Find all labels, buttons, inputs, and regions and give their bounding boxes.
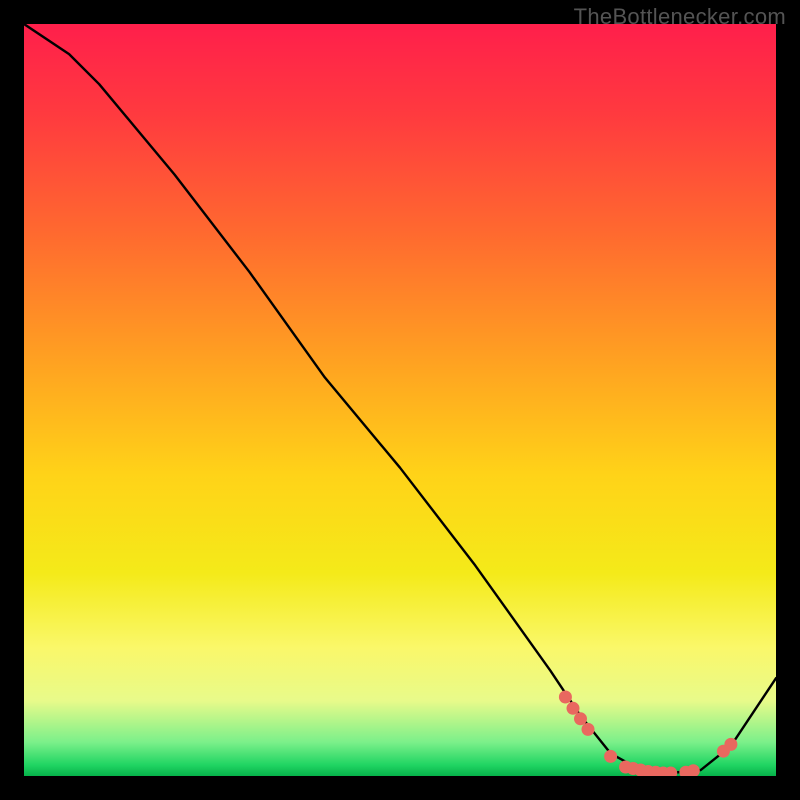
marker-dot xyxy=(724,738,737,751)
marker-dot xyxy=(559,691,572,704)
marker-dot xyxy=(582,723,595,736)
plot-area xyxy=(24,24,776,776)
gradient-background xyxy=(24,24,776,776)
marker-dot xyxy=(567,702,580,715)
marker-dot xyxy=(604,750,617,763)
chart-frame: TheBottlenecker.com xyxy=(0,0,800,800)
marker-dot xyxy=(574,712,587,725)
chart-svg xyxy=(24,24,776,776)
